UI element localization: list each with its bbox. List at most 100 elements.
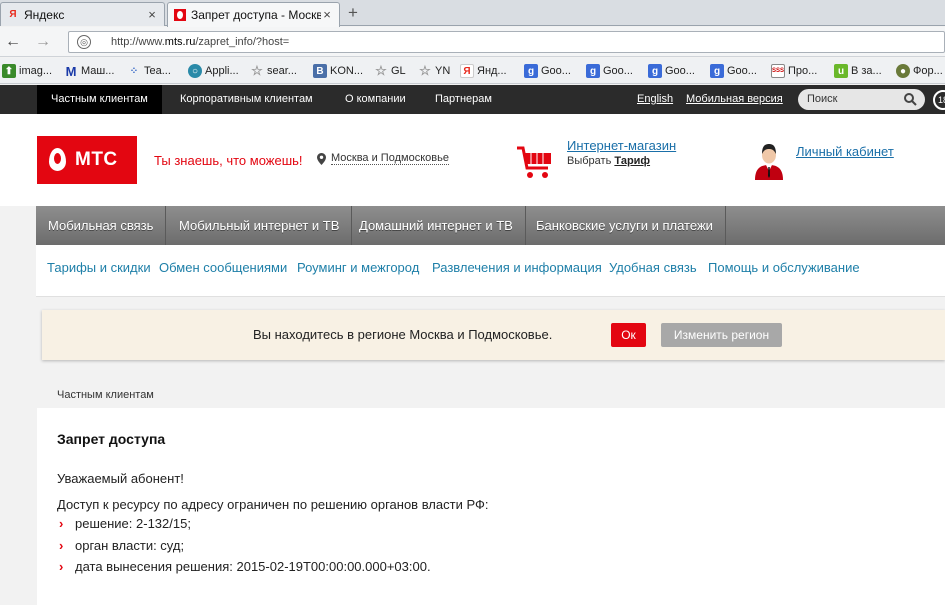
bookmark-item[interactable]: ☆ GL [374,63,406,79]
address-bar[interactable]: ◎ http://www.mts.ru/zapret_info/?host= [68,31,945,53]
bookmark-item[interactable]: В KON... [313,63,363,79]
topnav-corporate-clients[interactable]: Корпоративным клиентам [166,85,327,114]
change-region-button[interactable]: Изменить регион [661,323,782,347]
bookmark-item[interactable]: M Маш... [64,63,115,79]
page-title: Запрет доступа [57,431,166,447]
region-name: Москва и Подмосковье [331,152,449,165]
bookmark-item[interactable]: g Goo... [648,63,695,79]
tab-title: Запрет доступа - Москв... [191,8,321,22]
tariff-link[interactable]: Тариф [614,155,650,167]
back-button[interactable]: ← [3,32,23,52]
mainnav-mobile[interactable]: Мобильная связь [36,206,167,245]
browser-tab-strip: Я Яндекс × Запрет доступа - Москв... × + [0,0,945,27]
bookmark-item[interactable]: g Goo... [586,63,633,79]
bookmark-b-icon: В [313,64,327,78]
user-avatar-icon[interactable] [753,140,785,180]
subnav-help[interactable]: Помощь и обслуживание [708,260,860,275]
bookmark-item[interactable]: SSS Про... [771,63,817,79]
new-tab-button[interactable]: + [343,4,363,22]
google-favicon-icon: g [648,64,662,78]
subnav-tariffs[interactable]: Тарифы и скидки [47,260,151,275]
mainnav-mobile-internet[interactable]: Мобильный интернет и ТВ [167,206,353,245]
bookmark-item[interactable]: ☆ sear... [250,63,297,79]
top-navigation: Частным клиентам Корпоративным клиентам … [0,85,945,114]
logo-text: МТС [75,149,118,170]
search-icon[interactable] [903,92,917,106]
breadcrumb[interactable]: Частным клиентам [57,389,154,401]
yandex-favicon-icon: Я [9,9,17,20]
google-favicon-icon: g [586,64,600,78]
list-item: › орган власти: суд; [59,538,185,553]
main-content: Запрет доступа Уважаемый абонент! Доступ… [37,408,945,605]
online-shop-link[interactable]: Интернет-магазин [567,138,676,153]
greeting: Уважаемый абонент! [57,471,184,486]
topnav-partners[interactable]: Партнерам [421,85,506,114]
google-favicon-icon: g [710,64,724,78]
choose-tariff: Выбрать Тариф [567,155,651,167]
search-input[interactable]: Поиск [798,89,925,110]
bookmark-star-icon: ☆ [419,63,431,78]
bookmark-star-icon: ☆ [251,63,263,78]
bookmark-m-icon: M [65,63,77,79]
subnav-messaging[interactable]: Обмен сообщениями [159,260,287,275]
bookmark-item[interactable]: ● Фор... [896,63,943,79]
yandex-favicon-icon: Я [460,64,474,78]
subnav-convenient[interactable]: Удобная связь [609,260,697,275]
region-selector[interactable]: Москва и Подмосковье [317,152,449,165]
bookmark-item[interactable]: uВ за... [834,63,882,79]
url-text: http://www.mts.ru/zapret_info/?host= [111,36,290,48]
list-item: › дата вынесения решения: 2015-02-19T00:0… [59,559,431,574]
personal-cabinet-link[interactable]: Личный кабинет [796,144,894,159]
google-favicon-icon: g [524,64,538,78]
bookmark-item[interactable]: ⬆ imag... [2,63,52,79]
shopping-cart-icon[interactable] [516,144,554,180]
tab-zapret[interactable]: Запрет доступа - Москв... × [167,2,340,27]
mainnav-home-internet[interactable]: Домашний интернет и ТВ [347,206,526,245]
bookmark-item[interactable]: ☆ YN [418,63,450,79]
mts-logo[interactable]: МТС [37,136,137,184]
tab-yandex[interactable]: Я Яндекс × [0,2,165,26]
bookmark-circle-icon: ○ [188,64,202,78]
mts-favicon-icon [174,9,186,21]
close-tab-icon[interactable]: × [321,8,333,21]
site-header: МТС Ты знаешь, что можешь! Москва и Подм… [0,114,945,206]
main-navigation: Мобильная связь Мобильный интернет и ТВ … [36,206,945,245]
ok-button[interactable]: Ок [611,323,646,347]
tab-title: Яндекс [24,7,65,22]
subnav-entertainment[interactable]: Развлечения и информация [432,260,602,275]
bookmark-turtle-icon: ● [896,64,910,78]
bookmark-item[interactable]: ⁘ Tea... [127,63,171,79]
search-placeholder: Поиск [807,93,838,105]
browser-navbar: ← → ◎ http://www.mts.ru/zapret_info/?hos… [0,27,945,57]
bookmark-dots-icon: ⁘ [129,65,139,77]
bookmark-star-icon: ☆ [375,63,387,78]
subnav-roaming[interactable]: Роуминг и межгород [297,260,419,275]
chevron-right-icon: › [59,516,64,531]
intro-text: Доступ к ресурсу по адресу ограничен по … [57,497,489,512]
mobile-version-link[interactable]: Мобильная версия [686,93,783,105]
bookmark-item[interactable]: Я Янд... [460,63,507,79]
chevron-right-icon: › [59,559,64,574]
age-rating-icon: 18 [933,90,945,110]
bookmark-arrow-icon: ⬆ [2,64,16,78]
sub-navigation: Тарифы и скидки Обмен сообщениями Роумин… [36,245,945,297]
bookmark-item[interactable]: g Goo... [710,63,757,79]
topnav-about[interactable]: О компании [331,85,420,114]
location-pin-icon [317,152,326,165]
list-item: › решение: 2-132/15; [59,516,191,531]
region-message: Вы находитесь в регионе Москва и Подмоск… [253,327,553,342]
close-tab-icon[interactable]: × [146,8,158,21]
mts-egg-icon [49,148,66,171]
topnav-private-clients[interactable]: Частным клиентам [37,85,162,114]
bookmark-sss-icon: SSS [771,64,785,78]
bookmark-item[interactable]: g Goo... [524,63,571,79]
slogan: Ты знаешь, что можешь! [154,153,303,168]
region-confirm-banner: Вы находитесь в регионе Москва и Подмоск… [42,310,945,360]
bookmarks-bar: ⬆ imag... M Маш... ⁘ Tea... ○ Appli... ☆ sear… [0,58,945,84]
mainnav-banking[interactable]: Банковские услуги и платежи [524,206,726,245]
bookmark-item[interactable]: ○ Appli... [188,63,239,79]
english-link[interactable]: English [637,93,673,105]
globe-icon: ◎ [77,35,91,49]
forward-button[interactable]: → [33,32,53,52]
bookmark-u-icon: u [834,64,848,78]
